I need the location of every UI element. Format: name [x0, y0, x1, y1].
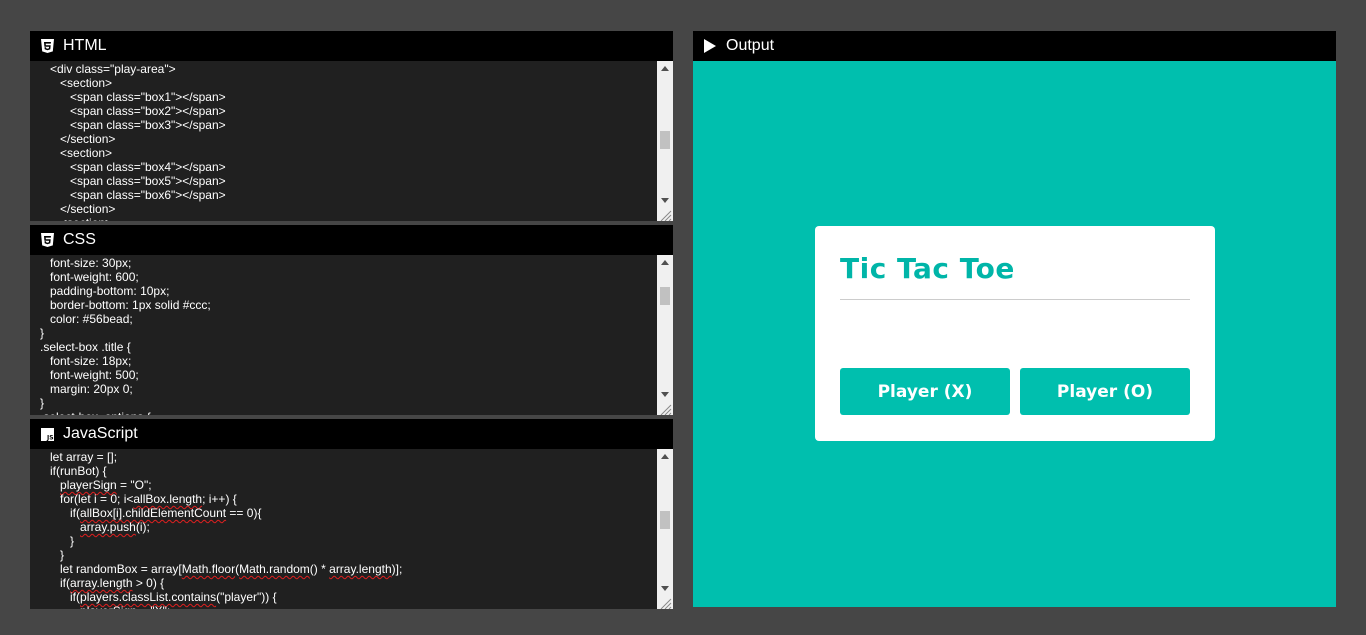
- code-line: <span class="box3"></span>: [30, 118, 226, 132]
- js-editor-panel: JS JavaScript let array = []; if(runBot)…: [30, 419, 673, 610]
- html-editor-panel: HTML <div class="play-area"> <section> <…: [30, 31, 673, 222]
- js-panel-header: JS JavaScript: [30, 419, 673, 449]
- code-line: }: [30, 326, 45, 340]
- svg-text:JS: JS: [46, 434, 54, 441]
- code-line: <span class="box6"></span>: [30, 188, 226, 202]
- css3-icon: [40, 233, 54, 247]
- code-line: playerSign = "X";: [30, 604, 657, 609]
- code-line: </section>: [30, 202, 116, 216]
- html-code-area[interactable]: <div class="play-area"> <section> <span …: [30, 62, 657, 221]
- css-code-area[interactable]: font-size: 30px; font-weight: 600; paddi…: [30, 256, 657, 415]
- code-line: color: #56bead;: [30, 312, 133, 326]
- code-line: let randomBox = array[Math.floor(Math.ra…: [30, 562, 403, 576]
- resize-grip-icon[interactable]: [657, 207, 673, 222]
- code-line: font-size: 30px;: [30, 256, 132, 270]
- code-line: let array = [];: [30, 450, 118, 464]
- js-code-area[interactable]: let array = []; if(runBot) { playerSign …: [30, 450, 657, 609]
- code-line: .select-box .title {: [30, 340, 131, 354]
- scroll-down-icon[interactable]: [657, 387, 673, 401]
- scroll-up-icon[interactable]: [657, 449, 673, 463]
- player-x-button[interactable]: Player (X): [840, 368, 1010, 415]
- code-line: <div class="play-area">: [30, 62, 176, 76]
- code-line: font-weight: 600;: [30, 270, 139, 284]
- css-editor-panel: CSS font-size: 30px; font-weight: 600; p…: [30, 225, 673, 416]
- code-line: array.push(i);: [80, 520, 150, 534]
- code-line: if(players.classList.contains("player"))…: [30, 590, 277, 604]
- code-line: </section>: [30, 132, 116, 146]
- html-scrollbar[interactable]: [657, 61, 673, 221]
- scroll-up-icon[interactable]: [657, 255, 673, 269]
- code-line: font-size: 18px;: [30, 354, 132, 368]
- code-line: <span class="box2"></span>: [30, 104, 226, 118]
- code-line: margin: 20px 0;: [30, 382, 133, 396]
- code-line: padding-bottom: 10px;: [30, 284, 170, 298]
- code-line: <section>: [30, 76, 113, 90]
- code-line: <span class="box1"></span>: [30, 90, 226, 104]
- output-panel-header: Output: [693, 31, 1336, 61]
- scroll-thumb[interactable]: [660, 131, 670, 149]
- player-options: Player (X) Player (O): [840, 368, 1190, 415]
- html-panel-header: HTML: [30, 31, 673, 61]
- html5-icon: [40, 39, 54, 53]
- code-line: for(let i = 0; i<allBox.length; i++) {: [30, 492, 237, 506]
- code-line: <section>: [30, 146, 113, 160]
- scroll-up-icon[interactable]: [657, 61, 673, 75]
- code-line: <section>: [30, 216, 657, 221]
- css-panel-header: CSS: [30, 225, 673, 255]
- code-line: }: [30, 548, 65, 562]
- output-panel: Output Tic Tac Toe Player (X) Player (O): [693, 31, 1336, 607]
- html-panel-title: HTML: [63, 37, 107, 54]
- select-box: Tic Tac Toe Player (X) Player (O): [815, 226, 1215, 441]
- code-line: <span class="box4"></span>: [30, 160, 226, 174]
- output-panel-title: Output: [726, 37, 775, 54]
- js-icon: JS: [40, 427, 54, 441]
- scroll-down-icon[interactable]: [657, 193, 673, 207]
- code-line: <span class="box5"></span>: [30, 174, 226, 188]
- resize-grip-icon[interactable]: [657, 401, 673, 416]
- code-line: if(runBot) {: [30, 464, 107, 478]
- player-o-button[interactable]: Player (O): [1020, 368, 1190, 415]
- scroll-thumb[interactable]: [660, 511, 670, 529]
- code-line: font-weight: 500;: [30, 368, 139, 382]
- css-scrollbar[interactable]: [657, 255, 673, 415]
- code-line: .select-box .options {: [30, 410, 657, 415]
- game-title: Tic Tac Toe: [840, 252, 1015, 285]
- title-divider: [840, 299, 1190, 300]
- play-icon: [703, 39, 717, 53]
- code-line: }: [30, 534, 75, 548]
- code-line: playerSign = "O";: [60, 478, 152, 492]
- code-line: border-bottom: 1px solid #ccc;: [30, 298, 211, 312]
- code-line: if(array.length > 0) {: [30, 576, 165, 590]
- scroll-down-icon[interactable]: [657, 581, 673, 595]
- css-panel-title: CSS: [63, 231, 96, 248]
- code-line: }: [30, 396, 45, 410]
- code-line: if(allBox[i].childElementCount == 0){: [30, 506, 262, 520]
- js-panel-title: JavaScript: [63, 425, 138, 442]
- js-scrollbar[interactable]: [657, 449, 673, 609]
- resize-grip-icon[interactable]: [657, 595, 673, 610]
- scroll-thumb[interactable]: [660, 287, 670, 305]
